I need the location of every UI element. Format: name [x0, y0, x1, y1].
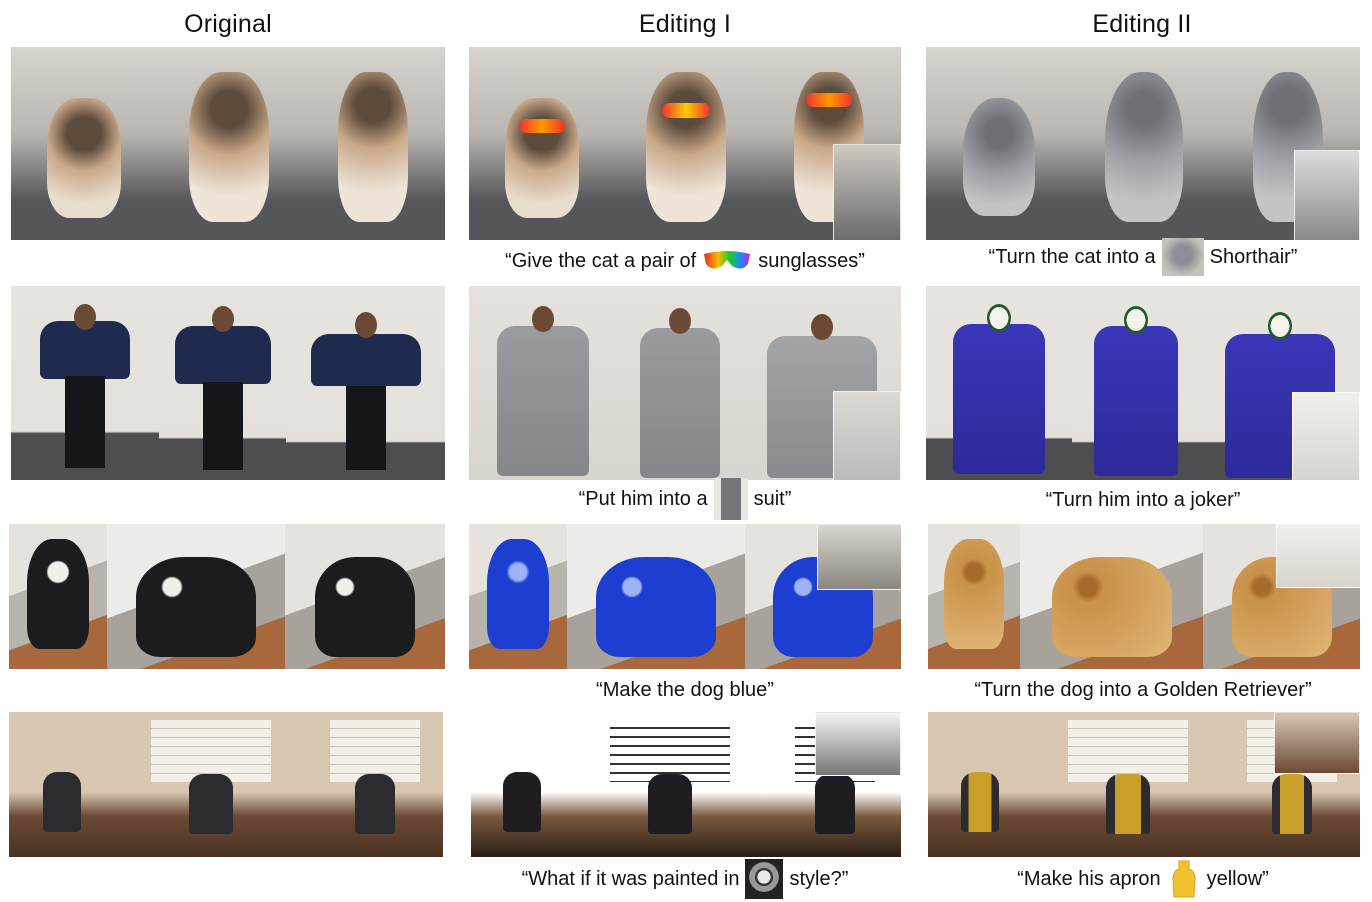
- caption-kitchen-painted: “What if it was painted in style?”: [469, 859, 901, 899]
- cat-sunglasses-frame: [614, 47, 757, 240]
- row-cat-editing-1: [469, 47, 901, 240]
- painted-kitchen-frame: [572, 712, 768, 857]
- caption-text: yellow”: [1206, 867, 1269, 890]
- yellow-apron-frame: [928, 712, 1031, 857]
- kitchen-frame: [307, 712, 443, 857]
- dog-frame: [9, 524, 107, 669]
- cat-frame: [301, 47, 445, 240]
- kitchen-frame: [9, 712, 114, 857]
- joker-frame: [1200, 286, 1360, 480]
- blue-dog-frame: [745, 524, 901, 669]
- painted-kitchen-frame: [768, 712, 901, 857]
- caption-text: “Make his apron: [1017, 867, 1161, 890]
- caption-text: “Turn the dog into a Golden Retriever”: [974, 678, 1312, 701]
- reference-inset: [815, 712, 901, 776]
- row-person-editing-2: [926, 286, 1360, 480]
- row-dog-editing-2: [928, 524, 1360, 669]
- row-cat-original: [11, 47, 445, 240]
- shorthair-cat-frame: [1216, 47, 1360, 240]
- cat-frame: [11, 47, 156, 240]
- dog-frame: [285, 524, 445, 669]
- yellow-apron-frame: [1031, 712, 1224, 857]
- row-person-original: [11, 286, 445, 480]
- person-frame: [286, 286, 445, 480]
- row-dog-editing-1: [469, 524, 901, 669]
- blue-dog-frame: [469, 524, 567, 669]
- cat-frame: [156, 47, 301, 240]
- suit-frame: [469, 286, 617, 480]
- reference-inset: [1276, 524, 1360, 588]
- caption-text: sunglasses”: [758, 249, 865, 272]
- yellow-apron-frame: [1224, 712, 1360, 857]
- row-person-editing-1: [469, 286, 901, 480]
- kitchen-frame: [114, 712, 307, 857]
- caption-cat-sunglasses: “Give the cat a pair of sunglasses”: [469, 244, 901, 278]
- row-kitchen-editing-2: [928, 712, 1360, 857]
- golden-retriever-frame: [928, 524, 1020, 669]
- caption-text: “Make the dog blue”: [596, 678, 774, 701]
- column-title-editing-1: Editing I: [638, 10, 732, 38]
- row-kitchen-original: [9, 712, 443, 857]
- golden-retriever-frame: [1020, 524, 1203, 669]
- suit-frame: [743, 286, 901, 480]
- caption-person-suit: “Put him into a suit”: [469, 478, 901, 520]
- reference-inset: [833, 144, 901, 240]
- caption-kitchen-apron: “Make his apron yellow”: [926, 859, 1360, 899]
- reference-inset: [817, 524, 901, 590]
- sunglasses-icon: [702, 242, 752, 280]
- caption-text: style?”: [789, 867, 849, 890]
- row-kitchen-editing-1: [471, 712, 901, 857]
- column-title-editing-2: Editing II: [1092, 10, 1192, 38]
- shorthair-cat-frame: [926, 47, 1071, 240]
- caption-cat-shorthair: “Turn the cat into a Shorthair”: [926, 238, 1360, 276]
- painting-style-thumbnail: [745, 859, 784, 899]
- shorthair-cat-frame: [1071, 47, 1216, 240]
- joker-frame: [926, 286, 1072, 480]
- caption-text: Shorthair”: [1209, 245, 1298, 268]
- blue-dog-frame: [567, 524, 745, 669]
- person-frame: [159, 286, 286, 480]
- caption-text: suit”: [753, 487, 792, 510]
- cat-sunglasses-frame: [469, 47, 614, 240]
- caption-text: “Turn the cat into a: [988, 245, 1156, 268]
- golden-retriever-frame: [1203, 524, 1360, 669]
- row-dog-original: [9, 524, 445, 669]
- suit-reference-thumbnail: [713, 478, 748, 520]
- apron-icon: [1167, 859, 1201, 899]
- shorthair-reference-thumbnail: [1161, 238, 1204, 276]
- dog-frame: [107, 524, 285, 669]
- caption-text: “Turn him into a joker”: [1045, 488, 1241, 511]
- person-frame: [11, 286, 159, 480]
- painted-kitchen-frame: [471, 712, 572, 857]
- row-cat-editing-2: [926, 47, 1360, 240]
- joker-frame: [1072, 286, 1200, 480]
- suit-frame: [617, 286, 743, 480]
- reference-inset: [1294, 150, 1360, 240]
- caption-person-joker: “Turn him into a joker”: [926, 483, 1360, 517]
- column-title-original: Original: [184, 10, 272, 38]
- cat-sunglasses-frame: [757, 47, 901, 240]
- caption-dog-blue: “Make the dog blue”: [469, 673, 901, 707]
- caption-text: “Put him into a: [578, 487, 708, 510]
- caption-text: “What if it was painted in: [521, 867, 740, 890]
- reference-inset: [1292, 392, 1360, 480]
- caption-dog-golden: “Turn the dog into a Golden Retriever”: [926, 673, 1360, 707]
- reference-inset: [833, 391, 901, 480]
- caption-text: “Give the cat a pair of: [505, 249, 697, 272]
- reference-inset: [1274, 712, 1360, 774]
